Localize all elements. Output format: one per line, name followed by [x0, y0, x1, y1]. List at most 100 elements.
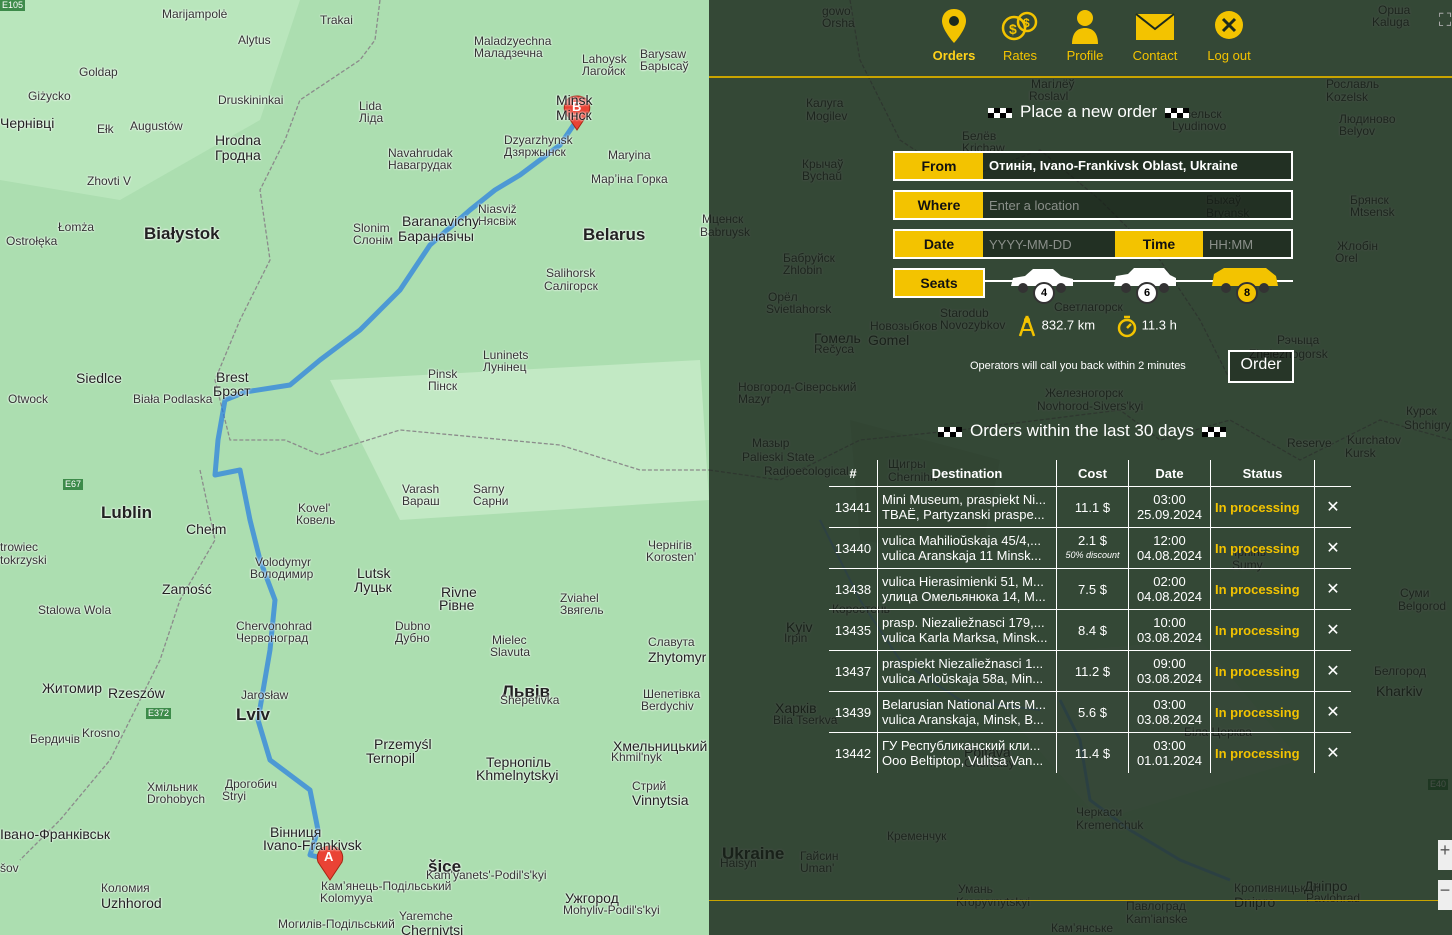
from-field[interactable]: From Отинія, Ivano-Frankivsk Oblast, Ukr… [893, 151, 1293, 181]
map-place-label: Рівне [439, 597, 475, 613]
cancel-order-button[interactable]: ✕ [1314, 732, 1351, 773]
map-place-label: Shepetivka [500, 693, 560, 707]
seat-option-6[interactable]: 6 [1110, 266, 1180, 304]
status-badge: In processing [1210, 486, 1315, 528]
order-datetime: 09:00 03.08.2024 [1128, 650, 1211, 692]
map-place-label: Дзяржынск [504, 145, 566, 159]
map-place-label: E372 [146, 708, 172, 719]
map-place-label: Дубно [395, 631, 430, 645]
map-place-label: Trakai [320, 13, 353, 27]
seat-count-4: 4 [1033, 282, 1055, 304]
map-place-label: Баранавічы [398, 228, 474, 244]
cancel-order-button[interactable]: ✕ [1314, 527, 1351, 569]
map-place-label: Славута [648, 635, 695, 649]
cancel-order-button[interactable]: ✕ [1314, 650, 1351, 692]
checkered-flag-icon [1165, 107, 1190, 118]
map-place-label: Пінск [428, 379, 458, 393]
order-time: 10:00 [1153, 615, 1186, 630]
table-row[interactable]: 13439 Belarusian National Arts M... vulica… [829, 691, 1351, 733]
from-value[interactable]: Отинія, Ivano-Frankivsk Oblast, Ukraine [989, 153, 1289, 179]
map-place-label: Alytus [238, 33, 271, 47]
status-badge: In processing [1210, 650, 1315, 692]
column-header-date: Date [1128, 460, 1211, 487]
map-place-label: Ковель [296, 513, 336, 527]
map-place-label: Augustów [130, 119, 183, 133]
fullscreen-icon[interactable]: ⛶ [1438, 10, 1452, 40]
status-badge: In processing [1210, 527, 1315, 569]
order-button[interactable]: Order [1228, 350, 1294, 383]
map-place-label: Rzeszów [108, 685, 165, 701]
status-badge: In processing [1210, 568, 1315, 610]
order-origin-text: ГУ Республиканский кли... [882, 738, 1041, 753]
map-place-label: Minsk [556, 92, 593, 108]
table-row[interactable]: 13435 prasp. Niezaliežnasci 179,... vulica… [829, 609, 1351, 651]
order-datetime: 02:00 04.08.2024 [1128, 568, 1211, 610]
envelope-icon [1135, 13, 1175, 40]
status-badge: In processing [1210, 691, 1315, 733]
status-badge: In processing [1210, 732, 1315, 773]
order-time: 12:00 [1153, 533, 1186, 548]
map-place-label: Навагрудак [388, 158, 452, 172]
close-circle-icon [1215, 11, 1243, 39]
cancel-order-button[interactable]: ✕ [1314, 691, 1351, 733]
order-destination-text: Ooo Beltiptop, Vulitsa Van... [882, 753, 1044, 768]
nav-orders[interactable]: Orders [919, 6, 989, 63]
order-id: 13440 [829, 527, 878, 569]
table-row[interactable]: 13442 ГУ Республиканский кли... Ooo Beltip… [829, 732, 1351, 773]
order-cost-value: 11.2 $ [1074, 663, 1111, 679]
distance-metric: 832.7 km [1016, 314, 1095, 338]
order-destination-text: vulica Arloŭskaja 58a, Min... [882, 671, 1044, 686]
nav-logout[interactable]: Log out [1194, 6, 1264, 63]
map-place-label: Mohyliv-Podil's'kyi [563, 903, 660, 917]
order-destination: prasp. Niezaliežnasci 179,... vulica Karl… [877, 609, 1057, 651]
map-place-label: Гродна [215, 147, 261, 163]
time-input[interactable] [1205, 231, 1293, 257]
map-place-label: Lviv [236, 705, 271, 724]
status-badge: In processing [1210, 609, 1315, 651]
map-place-label: Лунінец [483, 360, 527, 374]
order-id: 13439 [829, 691, 878, 733]
zoom-out-button[interactable]: − [1438, 880, 1452, 910]
map-place-label: Брэст [213, 383, 251, 399]
order-id: 13437 [829, 650, 878, 692]
callback-note: Operators will call you back within 2 mi… [970, 360, 1186, 372]
nav-rates-label: Rates [1003, 48, 1037, 63]
cancel-order-button[interactable]: ✕ [1314, 486, 1351, 528]
date-input[interactable] [985, 231, 1115, 257]
where-label: Where [895, 192, 983, 218]
order-date: 03.08.2024 [1136, 671, 1203, 686]
map-place-label: Otwock [8, 392, 49, 406]
order-origin-text: Mini Museum, praspiekt Ni... [882, 492, 1046, 507]
nav-contact-label: Contact [1132, 48, 1178, 63]
compass-icon [1018, 315, 1036, 337]
bottom-divider [709, 900, 1452, 901]
order-destination-text: улица Омельянюка 14, М... [882, 589, 1046, 604]
cancel-order-button[interactable]: ✕ [1314, 568, 1351, 610]
nav-profile[interactable]: Profile [1050, 6, 1120, 63]
table-row[interactable]: 13441 Mini Museum, praspiekt Ni... TBAË, P… [829, 486, 1351, 528]
cancel-order-button[interactable]: ✕ [1314, 609, 1351, 651]
seat-option-4[interactable]: 4 [1007, 266, 1077, 304]
checkered-flag-icon [1201, 426, 1226, 437]
order-destination-text: TBAË, Partyzanski praspe... [882, 507, 1045, 522]
map-place-label: Нясвіж [478, 214, 517, 228]
table-row[interactable]: 13437 praspiekt Niezaliežnasci 1... vulica… [829, 650, 1351, 692]
order-cost: 8.4 $ [1056, 609, 1129, 651]
map-place-label: Марʼіна Горка [591, 172, 668, 186]
where-input[interactable] [985, 192, 1289, 218]
checkered-flag-icon [938, 426, 962, 437]
order-date: 01.01.2024 [1136, 753, 1203, 768]
map-place-label: Drohobych [147, 792, 206, 806]
order-date: 04.08.2024 [1136, 589, 1203, 604]
map-place-label: Biała Podlaska [133, 392, 213, 406]
seat-option-8[interactable]: 8 [1210, 266, 1280, 304]
table-row[interactable]: 13438 vulica Hierasimienki 51, M... улица … [829, 568, 1351, 610]
nav-rates[interactable]: $ $ Rates [985, 6, 1055, 63]
nav-contact[interactable]: Contact [1120, 6, 1190, 63]
table-row[interactable]: 13440 vulica Mahilioŭskaja 45/4,... vulica… [829, 527, 1351, 569]
map-place-label: Maryina [608, 148, 651, 162]
zoom-in-button[interactable]: + [1438, 840, 1452, 870]
map-place-label: Мінск [556, 107, 592, 123]
map-place-label: Uzhhorod [101, 895, 162, 911]
date-time-field: Date Time [893, 229, 1293, 259]
